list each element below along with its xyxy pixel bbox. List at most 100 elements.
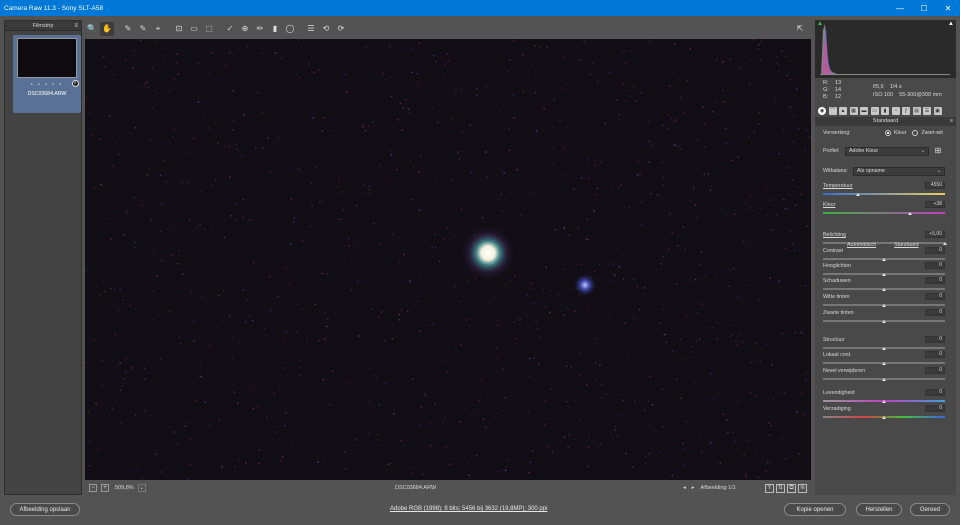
color-sampler-icon[interactable]: ✎ (136, 22, 150, 36)
slider-witte-tinten[interactable]: Witte tinten 0 (823, 293, 953, 309)
minimize-button[interactable]: — (888, 0, 912, 16)
zoom-in-button[interactable]: + (101, 484, 109, 492)
hand-icon[interactable]: ✋ (100, 21, 114, 36)
image-preview[interactable] (85, 39, 811, 480)
straighten-icon[interactable]: ▭ (187, 22, 201, 36)
profile-dropdown[interactable]: Adobe Kleur ⌄ (845, 147, 929, 156)
crop-icon[interactable]: ⊡ (172, 22, 186, 36)
bw-radio[interactable] (912, 130, 919, 136)
fx-tab-icon[interactable]: ƒ (902, 107, 910, 115)
slider-thumb[interactable] (882, 273, 886, 276)
filmstrip-menu-icon[interactable]: ≡ (74, 21, 78, 31)
slider-thumb[interactable] (882, 320, 886, 323)
slider-track[interactable] (823, 212, 945, 214)
rotate-left-icon[interactable]: ⟲ (319, 22, 333, 36)
lens-tab-icon[interactable]: ▭ (870, 107, 879, 115)
filmstrip-thumbnail[interactable]: • • • • • ◐ DSC03684.ARW (13, 35, 81, 113)
next-image-button[interactable]: ▸ (692, 485, 695, 491)
presets-tab-icon[interactable]: ▤ (912, 107, 921, 115)
slider-value-field[interactable]: 0 (925, 389, 945, 396)
slider-value-field[interactable]: +38 (925, 201, 945, 208)
slider-temperatuur[interactable]: Temperatuur 4550 (823, 182, 953, 198)
slider-value-field[interactable]: 0 (925, 277, 945, 284)
slider-thumb[interactable] (882, 362, 886, 365)
slider-value-field[interactable]: 4550 (925, 182, 945, 189)
tone-curve-tab-icon[interactable]: ⌒ (828, 107, 837, 115)
copy-settings-icon[interactable]: ⧉ (787, 483, 796, 493)
basic-tab-icon[interactable]: ◉ (818, 107, 826, 115)
slider-thumb[interactable] (856, 193, 861, 196)
slider-value-field[interactable]: 0 (925, 262, 945, 269)
slider-value-field[interactable]: 0 (925, 293, 945, 300)
zoom-icon[interactable]: 🔍 (85, 22, 99, 36)
slider-value-field[interactable]: 0 (925, 367, 945, 374)
slider-zwarte-tinten[interactable]: Zwarte tinten 0 (823, 309, 953, 325)
slider-verzadiging[interactable]: Verzadiging 0 (823, 405, 953, 421)
slider-thumb[interactable] (943, 242, 947, 245)
split-toning-tab-icon[interactable]: ▬ (860, 107, 868, 115)
effects-tab-icon[interactable]: ▮ (881, 107, 889, 115)
slider-structuur[interactable]: Structuur 0 (823, 336, 953, 352)
graduated-filter-icon[interactable]: ▮ (268, 22, 282, 36)
slider-thumb[interactable] (882, 347, 886, 350)
highlight-clipping-icon[interactable]: ▲ (948, 21, 954, 27)
white-balance-icon[interactable]: ✎ (121, 22, 135, 36)
slider-value-field[interactable]: 0 (925, 336, 945, 343)
hsl-tab-icon[interactable]: ▦ (849, 107, 858, 115)
slider-thumb[interactable] (907, 212, 912, 215)
rating-stars[interactable]: • • • • • (13, 82, 81, 88)
slider-value-field[interactable]: 0 (925, 309, 945, 316)
reset-button[interactable]: Herstellen (856, 503, 902, 516)
workflow-options-link[interactable]: Adobe RGB (1998); 8 bits; 5456 bij 3632 … (390, 506, 547, 512)
slider-contrast[interactable]: Contrast 0 (823, 247, 953, 263)
transform-icon[interactable]: ⬚ (202, 22, 216, 36)
rotate-right-icon[interactable]: ⟳ (334, 22, 348, 36)
red-eye-icon[interactable]: ⊕ (238, 22, 252, 36)
profile-browser-icon[interactable]: ⊞ (933, 146, 943, 156)
target-adjust-icon[interactable]: ⌖ (151, 22, 165, 36)
slider-value-field[interactable]: 0 (925, 247, 945, 254)
slider-kleur[interactable]: Kleur +38 (823, 201, 953, 217)
snapshots-tab-icon[interactable]: ▣ (933, 107, 942, 115)
save-image-button[interactable]: Afbeelding opslaan (10, 503, 80, 516)
slider-nevel-verwijderen[interactable]: Nevel verwijderen 0 (823, 367, 953, 383)
spot-removal-icon[interactable]: ✓ (223, 22, 237, 36)
slider-value-field[interactable]: 0 (925, 405, 945, 412)
zoom-out-button[interactable]: − (89, 484, 97, 492)
slider-track[interactable] (823, 193, 945, 195)
preferences-icon[interactable]: ☰ (304, 22, 318, 36)
adjustment-brush-icon[interactable]: ✏ (253, 22, 267, 36)
slider-thumb[interactable] (882, 400, 886, 403)
slider-lokaal-cont[interactable]: Lokaal cont. 0 (823, 351, 953, 367)
shadow-clipping-icon[interactable]: ▲ (817, 21, 823, 27)
slider-thumb[interactable] (882, 378, 886, 381)
calibration-tab-icon[interactable]: ◔ (891, 107, 900, 115)
auto-link[interactable]: Automatisch (847, 242, 876, 248)
detail-tab-icon[interactable]: ▲ (839, 107, 847, 115)
slider-thumb[interactable] (882, 288, 886, 291)
section-menu-icon[interactable]: ≡ (950, 117, 953, 126)
before-after-y-icon[interactable]: Y (765, 483, 774, 493)
wb-dropdown[interactable]: Als opname ⌄ (853, 167, 945, 176)
maximize-button[interactable]: ☐ (912, 0, 936, 16)
default-link[interactable]: Standaard (894, 242, 918, 248)
zoom-dropdown[interactable]: ⌄ (137, 484, 146, 492)
slider-schaduwen[interactable]: Schaduwen 0 (823, 277, 953, 293)
close-button[interactable]: ✕ (936, 0, 960, 16)
radial-filter-icon[interactable]: ◯ (283, 22, 297, 36)
open-preferences-icon[interactable]: ⇱ (793, 22, 807, 36)
slider-levendigheid[interactable]: Levendigheid 0 (823, 389, 953, 405)
open-copy-button[interactable]: Kopie openen (784, 503, 846, 516)
slider-hooglichten[interactable]: Hooglichten 0 (823, 262, 953, 278)
slider-value-field[interactable]: +5,00 (925, 231, 945, 238)
previous-image-button[interactable]: ◂ (683, 485, 686, 491)
slider-thumb[interactable] (882, 416, 886, 419)
toggle-settings-icon[interactable]: ≋ (798, 483, 807, 493)
color-radio[interactable] (885, 130, 891, 136)
slider-value-field[interactable]: 0 (925, 351, 945, 358)
swap-settings-icon[interactable]: ⇅ (776, 483, 785, 493)
done-button[interactable]: Gereed (910, 503, 950, 516)
slider-thumb[interactable] (882, 258, 886, 261)
slider-thumb[interactable] (882, 304, 886, 307)
settings-tab-icon[interactable]: ☰ (923, 107, 931, 115)
